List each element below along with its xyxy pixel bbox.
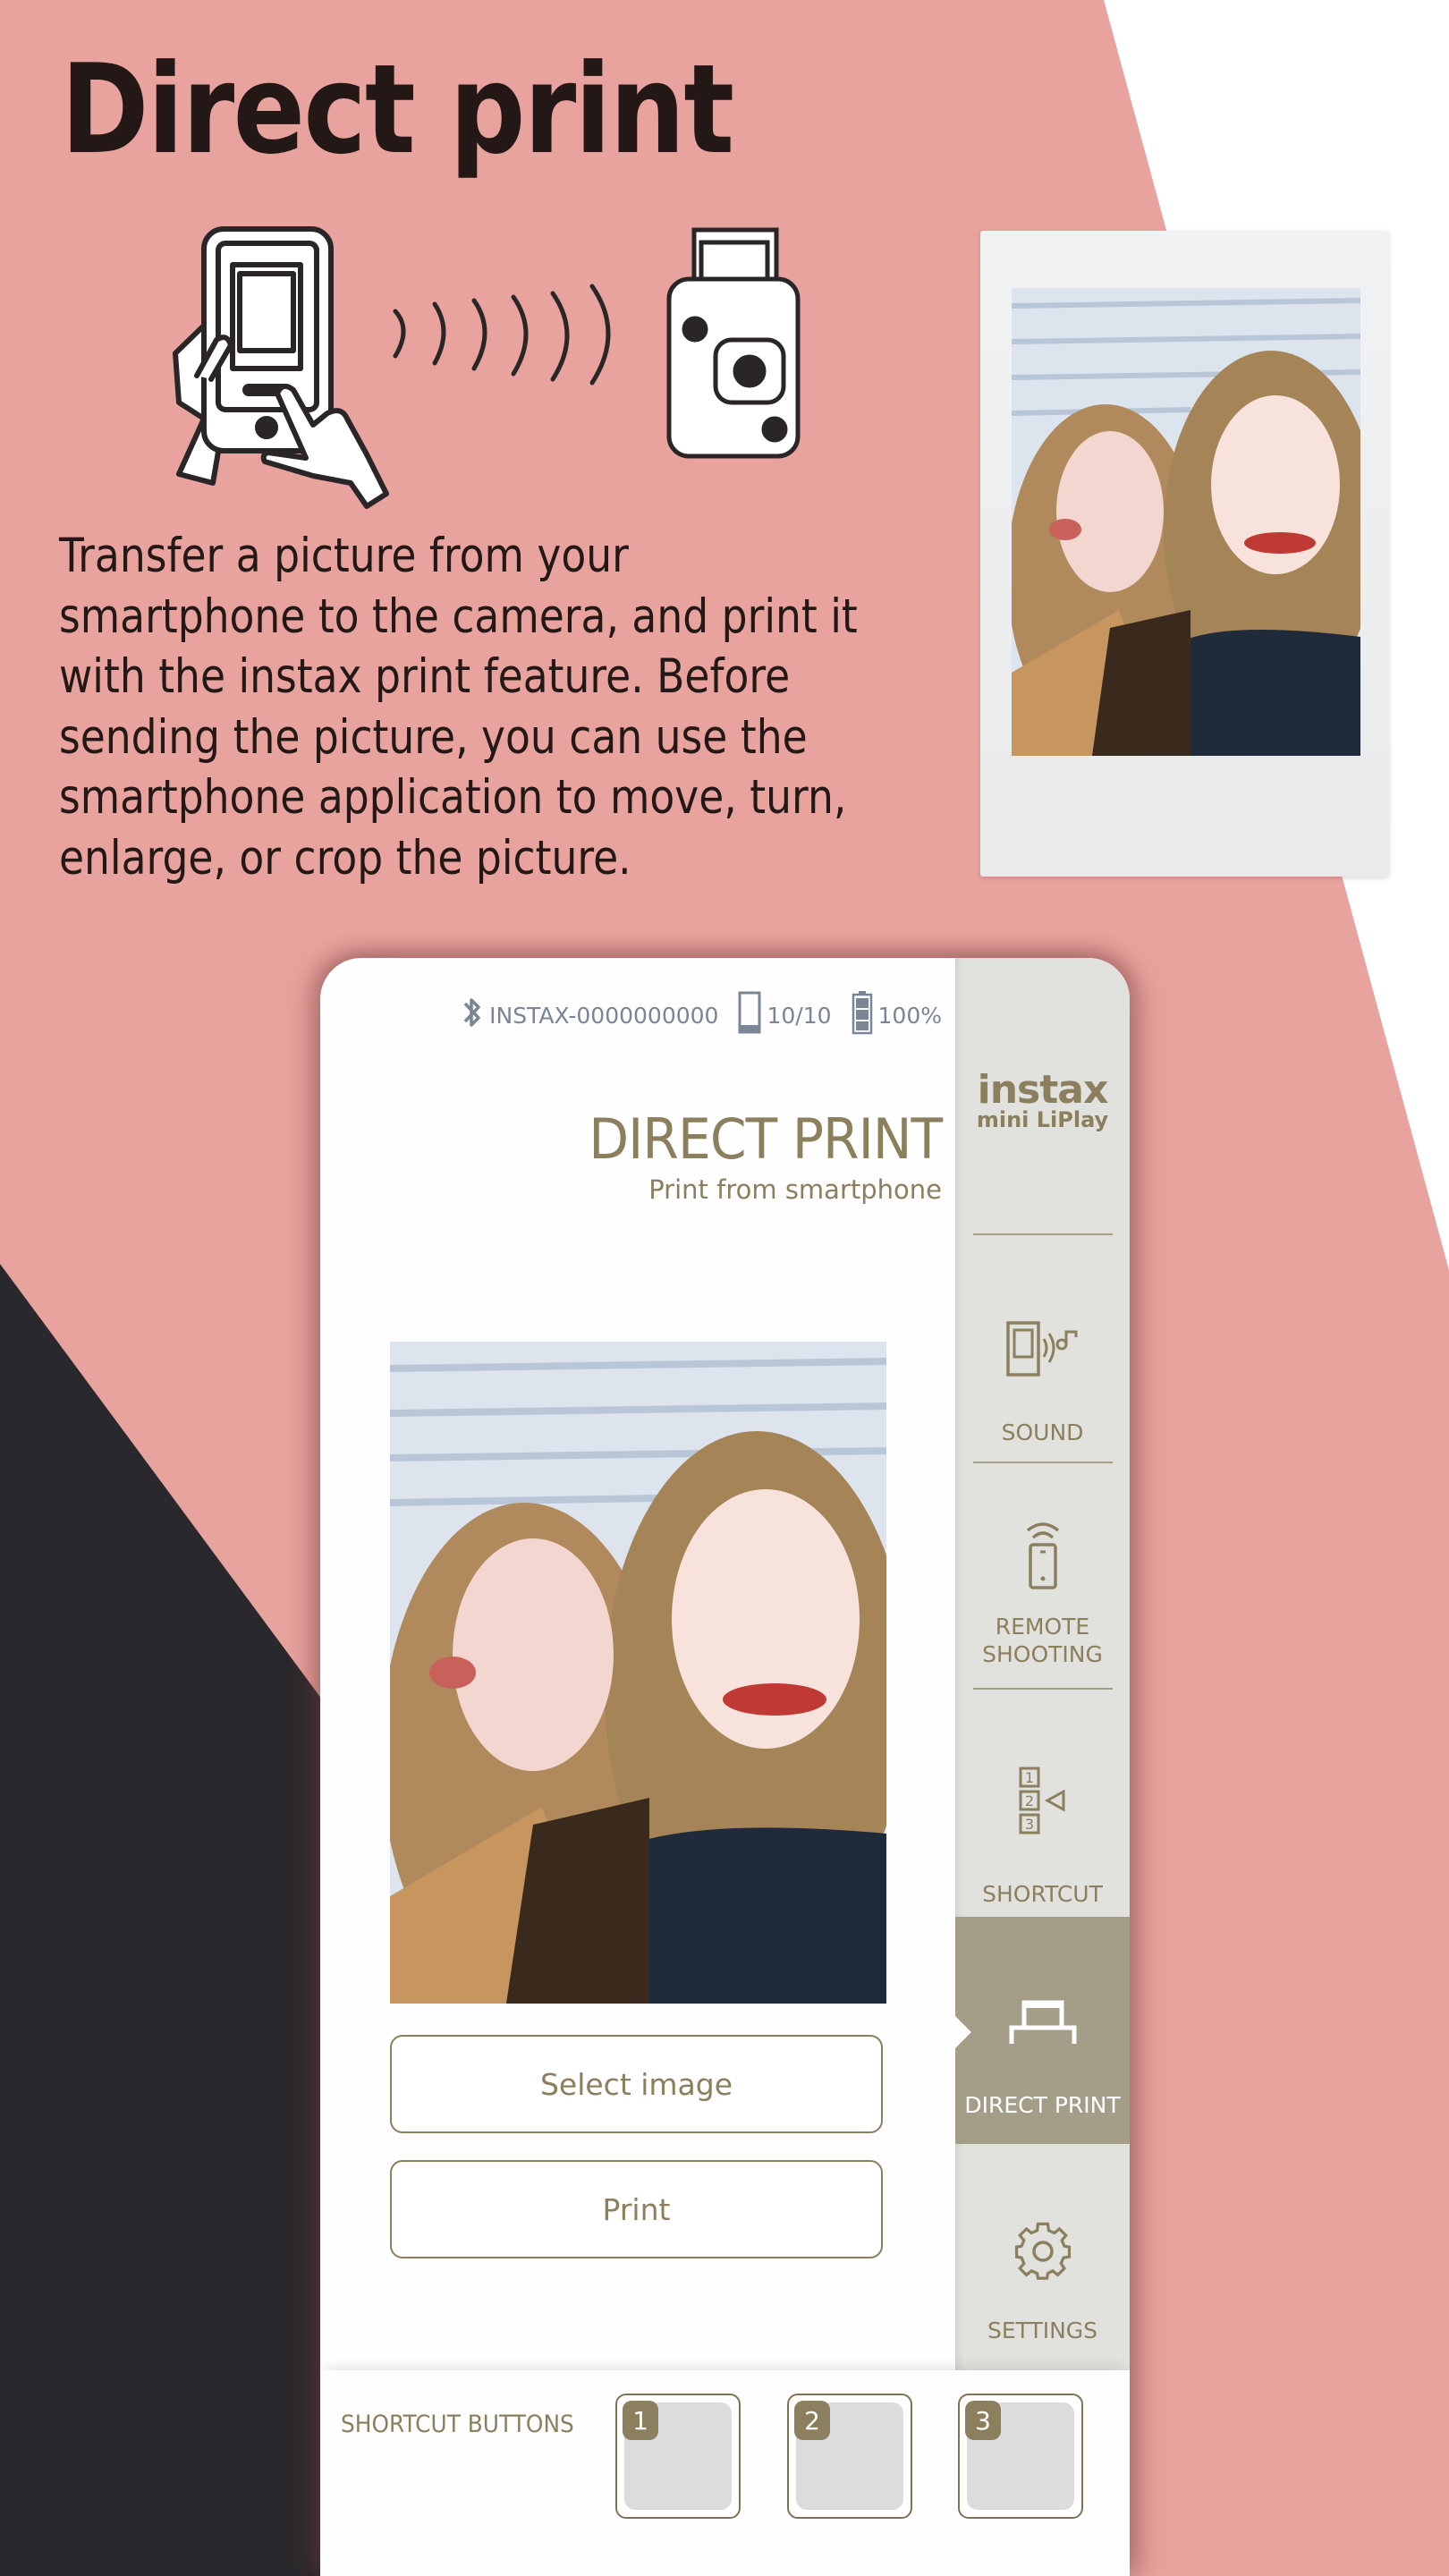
sidebar-nav: instax mini LiPlay SOUND REMOTE SHOOTING…	[955, 958, 1130, 2370]
app-screen: INSTAX-0000000000 10/10 100% DIRECT PRIN…	[320, 958, 1130, 2576]
shortcut-slot-1[interactable]: 1	[615, 2394, 741, 2519]
remote-shooting-icon	[1021, 1518, 1065, 1597]
svg-text:2: 2	[1024, 1792, 1033, 1809]
status-bar: INSTAX-0000000000 10/10 100%	[462, 990, 942, 1040]
printer-icon	[1008, 1999, 1078, 2051]
sidebar-item-label: REMOTE	[995, 1614, 1090, 1640]
active-indicator-arrow	[955, 2016, 971, 2048]
sidebar-item-settings[interactable]: SETTINGS	[955, 2144, 1130, 2368]
promo-description: Transfer a picture from your smartphone …	[59, 526, 905, 888]
sidebar-item-direct-print[interactable]: DIRECT PRINT	[955, 1917, 1130, 2144]
description-line: smartphone to the camera, and print it	[59, 589, 858, 644]
promo-headline: Direct print	[61, 38, 734, 182]
shortcut-slot-2[interactable]: 2	[787, 2394, 912, 2519]
sound-icon	[1004, 1319, 1081, 1384]
battery-level: 100%	[877, 1002, 942, 1029]
sidebar-item-label: SETTINGS	[987, 2318, 1098, 2343]
film-count-icon	[738, 991, 761, 1039]
instant-print	[980, 231, 1389, 877]
shortcut-icon: 1 2 3	[1019, 1767, 1067, 1840]
wireless-waves-icon	[393, 284, 611, 386]
sidebar-item-shortcut[interactable]: 1 2 3 SHORTCUT	[955, 1690, 1130, 1917]
description-line: enlarge, or crop the picture.	[59, 830, 631, 886]
battery-icon	[852, 990, 873, 1040]
gear-icon	[1013, 2221, 1073, 2287]
sidebar-item-label: SHOOTING	[982, 1641, 1103, 1667]
sidebar-item-label: SOUND	[1001, 1419, 1084, 1445]
description-line: with the instax print feature. Before	[59, 649, 791, 704]
page-subtitle: Print from smartphone	[648, 1174, 942, 1205]
background-dark-wedge	[0, 1264, 322, 2576]
shortcut-slot-number: 1	[623, 2401, 658, 2440]
shortcut-slot-3[interactable]: 3	[958, 2394, 1083, 2519]
film-count: 10/10	[767, 1002, 832, 1029]
device-name: INSTAX-0000000000	[489, 1002, 719, 1029]
select-image-button[interactable]: Select image	[390, 2035, 883, 2133]
print-button[interactable]: Print	[390, 2160, 883, 2258]
description-line: smartphone application to move, turn,	[59, 770, 847, 825]
shortcut-bar-label: SHORTCUT BUTTONS	[341, 2411, 574, 2438]
illustration	[173, 226, 801, 509]
printed-photo	[1012, 288, 1360, 756]
logo-brand: instax	[977, 1067, 1109, 1113]
sidebar-item-label: DIRECT PRINT	[964, 2092, 1121, 2118]
instax-logo: instax mini LiPlay	[955, 1067, 1130, 1132]
sidebar-item-sound[interactable]: SOUND	[955, 1237, 1130, 1461]
instax-camera-icon	[666, 227, 801, 459]
shortcut-slot-number: 2	[794, 2401, 830, 2440]
hand-holding-phone-icon	[173, 226, 389, 509]
selected-photo-preview[interactable]	[390, 1342, 886, 2004]
page-title: DIRECT PRINT	[589, 1106, 943, 1172]
description-line: Transfer a picture from your	[59, 529, 629, 583]
shortcut-slot-number: 3	[965, 2401, 1001, 2440]
sidebar-item-label: SHORTCUT	[982, 1881, 1103, 1907]
sidebar-divider	[973, 1233, 1113, 1235]
svg-text:3: 3	[1024, 1816, 1033, 1833]
sidebar-item-remote-shooting[interactable]: REMOTE SHOOTING	[955, 1464, 1130, 1688]
bluetooth-icon	[462, 995, 482, 1036]
shortcut-bar: SHORTCUT BUTTONS 1 2 3	[320, 2370, 1130, 2576]
logo-model: mini LiPlay	[976, 1107, 1109, 1132]
sidebar-divider	[973, 1462, 1113, 1463]
svg-text:1: 1	[1024, 1769, 1033, 1786]
description-line: sending the picture, you can use the	[59, 709, 808, 765]
